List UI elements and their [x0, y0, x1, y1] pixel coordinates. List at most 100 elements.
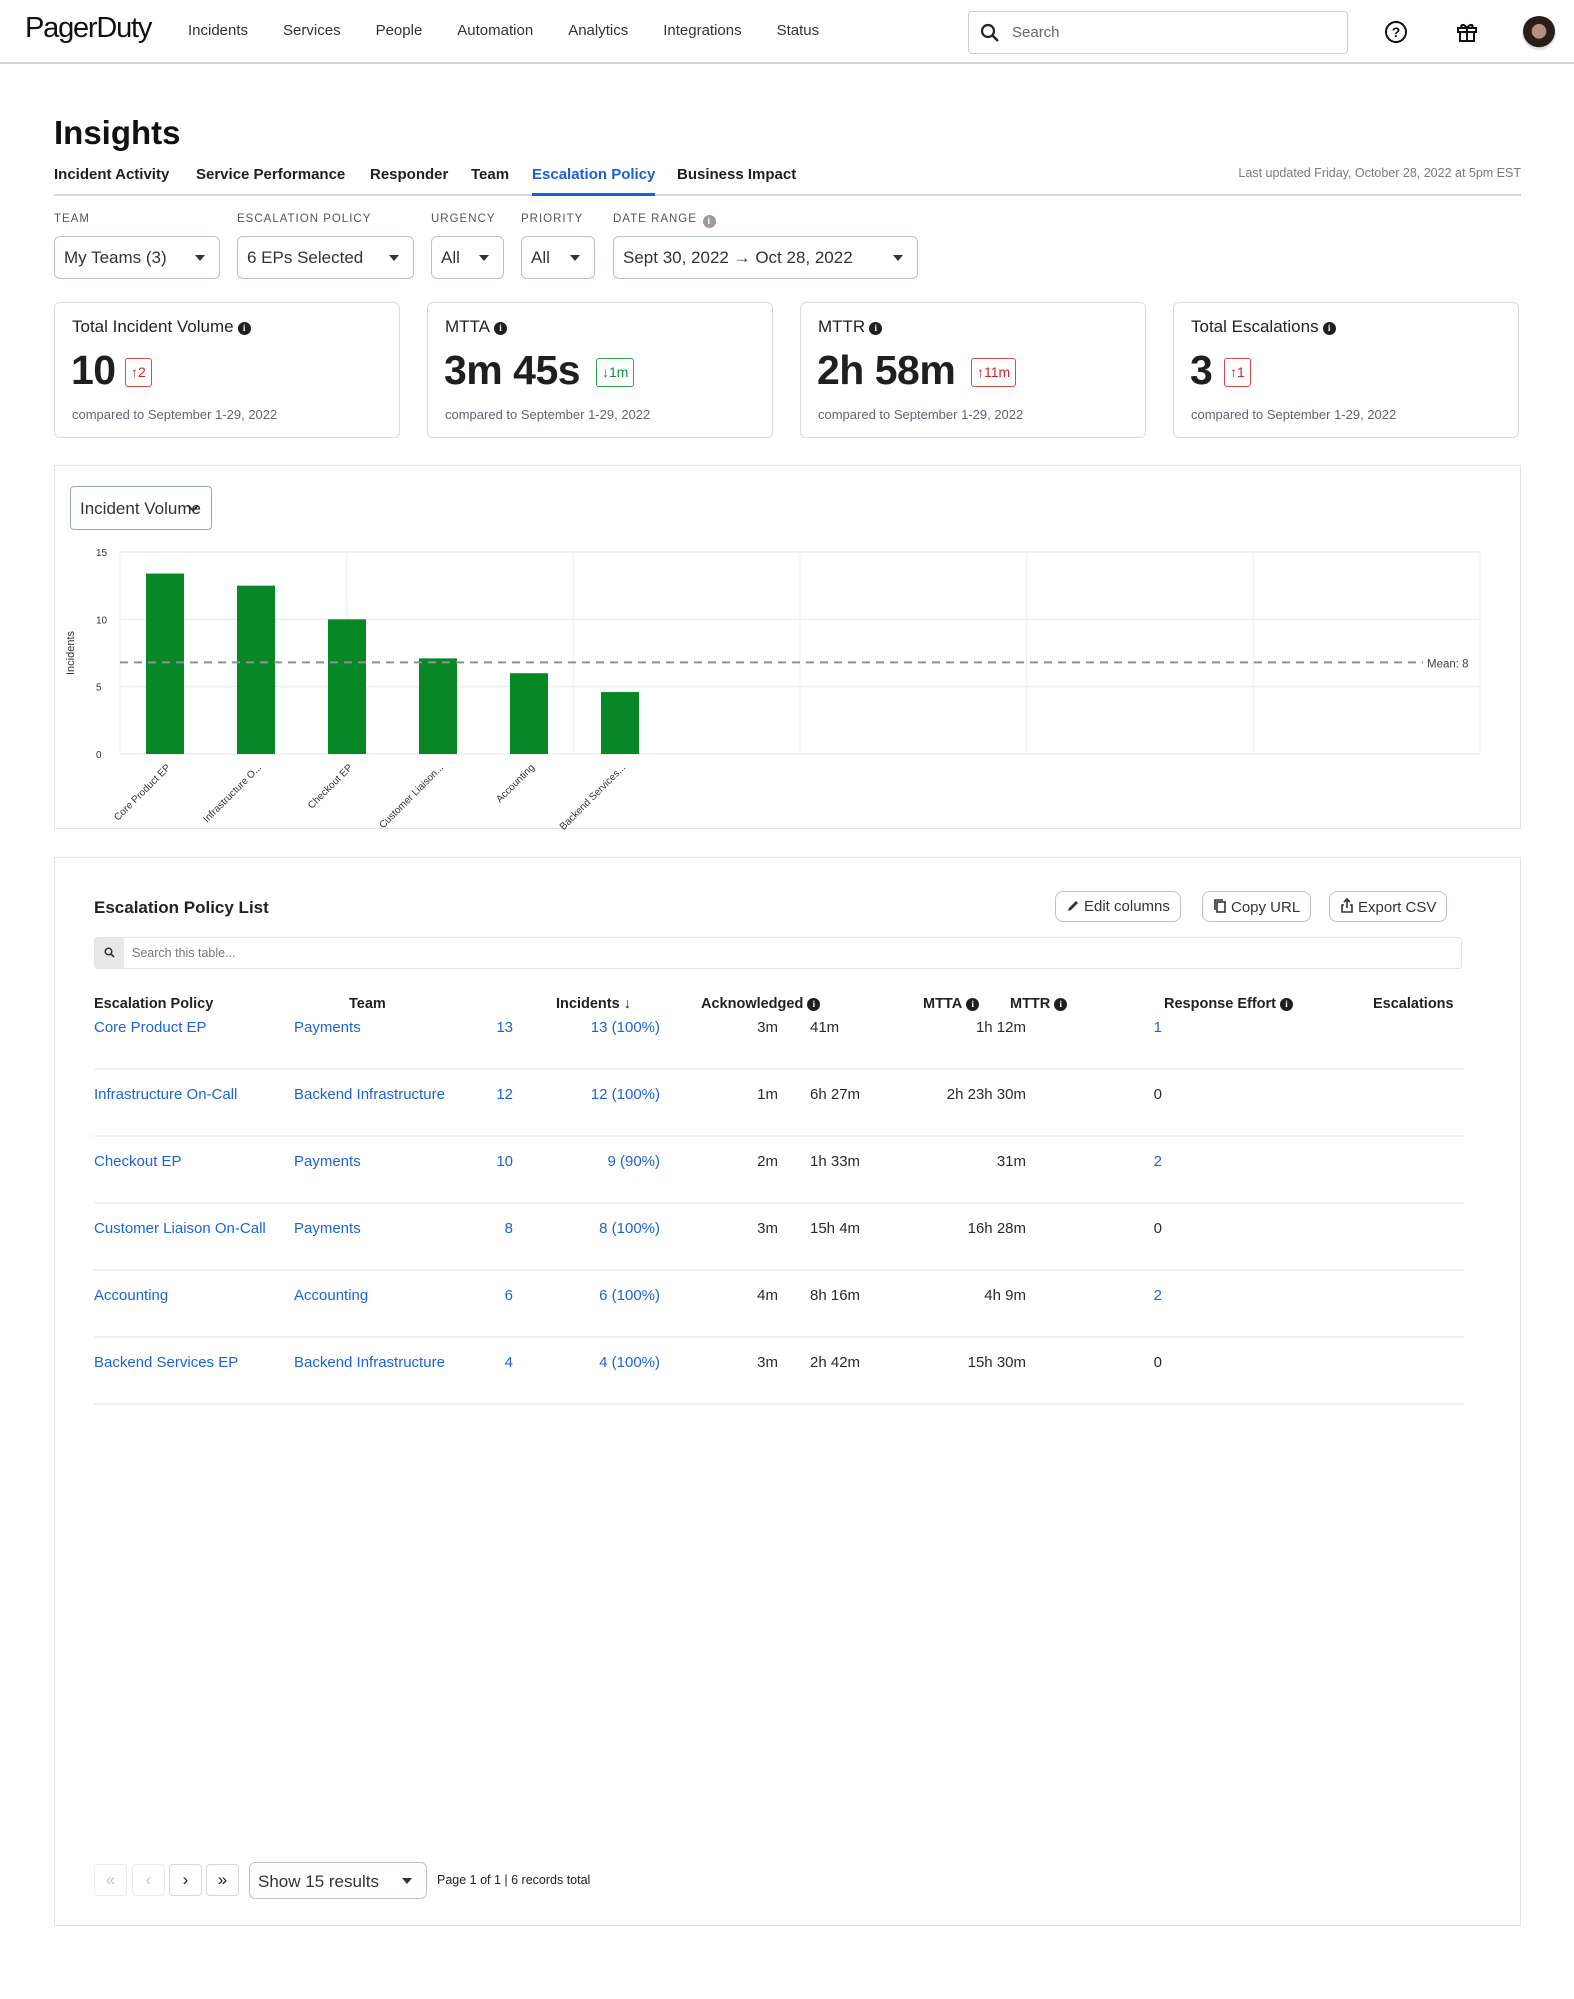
tab-incident-activity[interactable]: Incident Activity — [54, 166, 169, 196]
escalation-policy-select-value: 6 EPs Selected — [247, 248, 364, 267]
table-search-input[interactable]: Search this table... — [94, 937, 1462, 969]
cell-incidents[interactable]: 12 — [496, 1086, 513, 1103]
arrow-down-icon: ↓ — [602, 364, 609, 380]
help-icon[interactable]: ? — [1384, 20, 1408, 44]
cell-team[interactable]: Backend Infrastructure — [294, 1354, 445, 1371]
tab-responder[interactable]: Responder — [370, 166, 448, 196]
chart-metric-select[interactable]: Incident Volume — [70, 486, 212, 530]
table-row[interactable]: Backend Services EP Backend Infrastructur… — [94, 1338, 1464, 1405]
cell-incidents[interactable]: 6 — [505, 1287, 513, 1304]
cell-team[interactable]: Backend Infrastructure — [294, 1086, 445, 1103]
export-csv-label: Export CSV — [1358, 899, 1437, 916]
last-updated: Last updated Friday, October 28, 2022 at… — [1238, 166, 1521, 180]
copy-url-button[interactable]: Copy URL — [1202, 891, 1312, 922]
y-axis-label: Incidents — [65, 630, 77, 675]
cell-acknowledged[interactable]: 8 (100%) — [599, 1220, 660, 1237]
info-icon[interactable]: i — [237, 322, 251, 335]
cell-policy[interactable]: Infrastructure On-Call — [94, 1086, 237, 1103]
y-tick-label: 0 — [96, 750, 102, 761]
cell-escalations: 0 — [1153, 1086, 1162, 1103]
arrow-up-icon: ↑ — [1230, 364, 1237, 380]
page-size-select[interactable]: Show 15 results — [249, 1862, 427, 1899]
pencil-icon — [1068, 901, 1078, 911]
last-page-button[interactable]: » — [206, 1864, 239, 1896]
nav-automation[interactable]: Automation — [457, 22, 533, 39]
chart-metric-value: Incident Volume — [80, 499, 201, 518]
cell-team[interactable]: Payments — [294, 1220, 361, 1237]
info-icon[interactable]: i — [702, 215, 716, 228]
cell-acknowledged[interactable]: 4 (100%) — [599, 1354, 660, 1371]
gift-icon[interactable] — [1455, 20, 1479, 44]
kpi-value: 3 — [1190, 347, 1213, 393]
kpi-card-total-incident-volume: Total Incident Volume i 10 ↑2 compared to… — [54, 302, 400, 438]
edit-columns-button[interactable]: Edit columns — [1055, 891, 1181, 922]
cell-policy[interactable]: Core Product EP — [94, 1019, 207, 1036]
cell-response-effort: 2h 23h 30m — [946, 1086, 1026, 1103]
caret-down-icon — [893, 255, 903, 261]
urgency-select[interactable]: All — [431, 236, 504, 279]
cell-acknowledged[interactable]: 13 (100%) — [591, 1019, 660, 1036]
export-csv-button[interactable]: Export CSV — [1329, 891, 1448, 922]
caret-down-icon — [402, 1878, 412, 1884]
bar-3 — [328, 619, 366, 754]
mean-label: Mean: 8 — [1427, 658, 1469, 670]
cell-acknowledged[interactable]: 9 (90%) — [607, 1153, 660, 1170]
next-page-button[interactable]: › — [169, 1864, 202, 1896]
kpi-delta-badge: ↓1m — [596, 358, 635, 387]
table-row[interactable]: Core Product EP Payments 13 13 (100%) 3m 41m 1… — [94, 1003, 1464, 1070]
cell-policy[interactable]: Accounting — [94, 1287, 168, 1304]
cell-escalations[interactable]: 1 — [1154, 1019, 1162, 1036]
nav-status[interactable]: Status — [777, 22, 820, 39]
cell-escalations[interactable]: 2 — [1154, 1287, 1162, 1304]
priority-select-value: All — [531, 248, 550, 267]
kpi-value: 2h 58m — [817, 347, 956, 393]
nav-analytics[interactable]: Analytics — [568, 22, 628, 39]
cell-acknowledged[interactable]: 6 (100%) — [599, 1287, 660, 1304]
cell-policy[interactable]: Customer Liaison On-Call — [94, 1220, 266, 1237]
kpi-title: Total Escalations i — [1191, 317, 1336, 337]
info-icon[interactable]: i — [869, 322, 883, 335]
table-row[interactable]: Customer Liaison On-Call Payments 8 8 (100%… — [94, 1204, 1464, 1271]
page-size-value: Show 15 results — [258, 1872, 379, 1891]
cell-team[interactable]: Payments — [294, 1153, 361, 1170]
nav-services[interactable]: Services — [283, 22, 341, 39]
avatar[interactable] — [1522, 16, 1556, 50]
kpi-compare: compared to September 1-29, 2022 — [1191, 407, 1397, 422]
date-range-select[interactable]: Sept 30, 2022 → Oct 28, 2022 — [613, 236, 918, 279]
kpi-compare: compared to September 1-29, 2022 — [72, 407, 278, 422]
cell-policy[interactable]: Checkout EP — [94, 1153, 182, 1170]
table-row[interactable]: Checkout EP Payments 10 9 (90%) 2m 1h 33m 31m 2 — [94, 1137, 1464, 1204]
pagerduty-logo[interactable]: PagerDuty — [25, 12, 152, 45]
first-page-button[interactable]: « — [94, 1864, 127, 1896]
team-select[interactable]: My Teams (3) — [54, 236, 220, 279]
cell-incidents[interactable]: 10 — [496, 1153, 513, 1170]
date-range-label-text: DATE RANGE — [613, 213, 697, 225]
cell-acknowledged[interactable]: 12 (100%) — [591, 1086, 660, 1103]
tab-service-performance[interactable]: Service Performance — [196, 166, 345, 196]
cell-incidents[interactable]: 8 — [505, 1220, 513, 1237]
escalation-policy-select[interactable]: 6 EPs Selected — [237, 236, 414, 279]
cell-incidents[interactable]: 4 — [505, 1354, 513, 1371]
table-row[interactable]: Infrastructure On-Call Backend Infrastruc… — [94, 1070, 1464, 1137]
info-icon[interactable]: i — [1322, 322, 1336, 335]
cell-team[interactable]: Payments — [294, 1019, 361, 1036]
tab-escalation-policy[interactable]: Escalation Policy — [532, 166, 656, 196]
tab-business-impact[interactable]: Business Impact — [677, 166, 796, 196]
cell-incidents[interactable]: 13 — [496, 1019, 513, 1036]
cell-policy[interactable]: Backend Services EP — [94, 1354, 238, 1371]
global-search-input[interactable]: Search — [968, 11, 1348, 54]
kpi-delta-value: 2 — [138, 364, 146, 380]
cell-mtta: 2m — [757, 1153, 778, 1170]
filter-label-team: TEAM — [54, 213, 90, 225]
prev-page-button[interactable]: ‹ — [132, 1864, 165, 1896]
info-icon[interactable]: i — [494, 322, 508, 335]
tab-team[interactable]: Team — [471, 166, 509, 196]
nav-people[interactable]: People — [376, 22, 423, 39]
cell-escalations[interactable]: 2 — [1154, 1153, 1162, 1170]
nav-incidents[interactable]: Incidents — [188, 22, 248, 39]
cell-team[interactable]: Accounting — [294, 1287, 368, 1304]
y-tick-label: 5 — [96, 683, 102, 694]
priority-select[interactable]: All — [521, 236, 595, 279]
nav-integrations[interactable]: Integrations — [663, 22, 741, 39]
table-row[interactable]: Accounting Accounting 6 6 (100%) 4m 8h 16m 4h … — [94, 1271, 1464, 1338]
